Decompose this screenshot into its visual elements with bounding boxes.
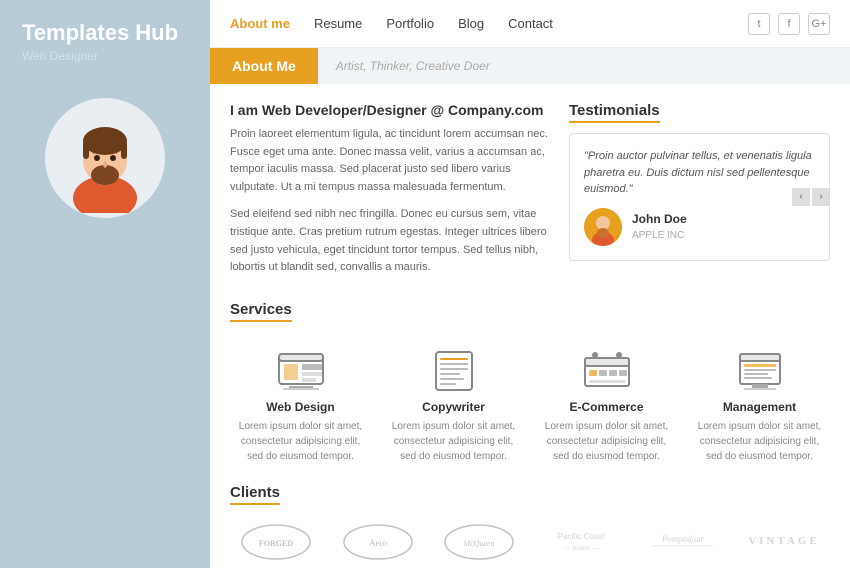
client-logo-1: Aero [332, 523, 424, 561]
nav-resume[interactable]: Resume [314, 16, 362, 31]
svg-text:Pacific Coast: Pacific Coast [558, 532, 605, 541]
main-content: About me Resume Portfolio Blog Contact t… [210, 0, 850, 568]
service-web-design: Web Design Lorem ipsum dolor sit amet, c… [230, 342, 371, 472]
testimonial-info: John Doe APPLE INC [632, 210, 687, 243]
clients-title: Clients [230, 484, 280, 505]
service-name-2: E-Commerce [540, 400, 673, 414]
services-section: Services [230, 301, 830, 472]
svg-text:— brand —: — brand — [564, 544, 598, 552]
service-desc-1: Lorem ipsum dolor sit amet, consectetur … [387, 419, 520, 464]
bio-column: I am Web Developer/Designer @ Company.co… [230, 102, 549, 287]
testimonials-column: Testimonials "Proin auctor pulvinar tell… [569, 102, 830, 287]
svg-text:Pompadour: Pompadour [660, 534, 704, 544]
service-desc-3: Lorem ipsum dolor sit amet, consectetur … [693, 419, 826, 464]
clients-section: Clients FORGED Aero [230, 484, 830, 561]
site-title: Templates Hub [0, 20, 210, 46]
service-copywriter: Copywriter Lorem ipsum dolor sit amet, c… [383, 342, 524, 472]
googleplus-icon[interactable]: G+ [808, 13, 830, 35]
service-name-3: Management [693, 400, 826, 414]
nav-about[interactable]: About me [230, 16, 290, 31]
testimonial-box: "Proin auctor pulvinar tellus, et venena… [569, 133, 830, 261]
top-nav: About me Resume Portfolio Blog Contact t… [210, 0, 850, 48]
nav-contact[interactable]: Contact [508, 16, 553, 31]
page-content: I am Web Developer/Designer @ Company.co… [210, 84, 850, 568]
svg-text:McQueen: McQueen [463, 539, 495, 548]
bio-heading: I am Web Developer/Designer @ Company.co… [230, 102, 549, 118]
section-header: About Me Artist, Thinker, Creative Doer [210, 48, 850, 84]
service-name-0: Web Design [234, 400, 367, 414]
client-logo-3: Pacific Coast — brand — [535, 523, 627, 561]
svg-text:FORGED: FORGED [259, 539, 293, 548]
management-icon [734, 350, 786, 392]
testimonial-next-button[interactable]: › [812, 188, 830, 206]
nav-portfolio[interactable]: Portfolio [386, 16, 434, 31]
services-grid: Web Design Lorem ipsum dolor sit amet, c… [230, 342, 830, 472]
testimonial-person: John Doe APPLE INC [584, 208, 815, 246]
nav-blog[interactable]: Blog [458, 16, 484, 31]
bio-testimonials-row: I am Web Developer/Designer @ Company.co… [230, 102, 830, 287]
service-ecommerce: E-Commerce Lorem ipsum dolor sit amet, c… [536, 342, 677, 472]
testimonials-title: Testimonials [569, 102, 660, 123]
testimonial-company: APPLE INC [632, 228, 687, 243]
testimonial-nav: ‹ › [792, 188, 830, 206]
nav-links: About me Resume Portfolio Blog Contact [230, 16, 748, 31]
svg-text:Aero: Aero [369, 538, 387, 548]
bio-para2: Sed eleifend sed nibh nec fringilla. Don… [230, 206, 549, 276]
service-desc-2: Lorem ipsum dolor sit amet, consectetur … [540, 419, 673, 464]
sidebar: Templates Hub Web Designer [0, 0, 210, 568]
site-subtitle: Web Designer [0, 49, 210, 63]
testimonial-avatar [584, 208, 622, 246]
svg-text:VINTAGE: VINTAGE [749, 535, 819, 547]
service-management: Management Lorem ipsum dolor sit amet, c… [689, 342, 830, 472]
client-logo-2: McQueen [433, 523, 525, 561]
facebook-icon[interactable]: f [778, 13, 800, 35]
section-subtitle: Artist, Thinker, Creative Doer [318, 59, 490, 73]
ecommerce-icon [581, 350, 633, 392]
service-name-1: Copywriter [387, 400, 520, 414]
section-tab-label: About Me [210, 48, 318, 84]
client-logo-4: Pompadour [637, 523, 729, 561]
bio-para1: Proin laoreet elementum ligula, ac tinci… [230, 126, 549, 196]
testimonial-name: John Doe [632, 210, 687, 228]
client-logo-0: FORGED [230, 523, 322, 561]
testimonial-prev-button[interactable]: ‹ [792, 188, 810, 206]
clients-grid: FORGED Aero McQueen [230, 523, 830, 561]
service-desc-0: Lorem ipsum dolor sit amet, consectetur … [234, 419, 367, 464]
client-logo-5: VINTAGE [738, 523, 830, 561]
web-design-icon [275, 350, 327, 392]
twitter-icon[interactable]: t [748, 13, 770, 35]
copywriter-icon [428, 350, 480, 392]
avatar [45, 98, 165, 218]
testimonial-quote: "Proin auctor pulvinar tellus, et venena… [584, 150, 812, 195]
nav-social: t f G+ [748, 13, 830, 35]
services-title: Services [230, 301, 292, 322]
